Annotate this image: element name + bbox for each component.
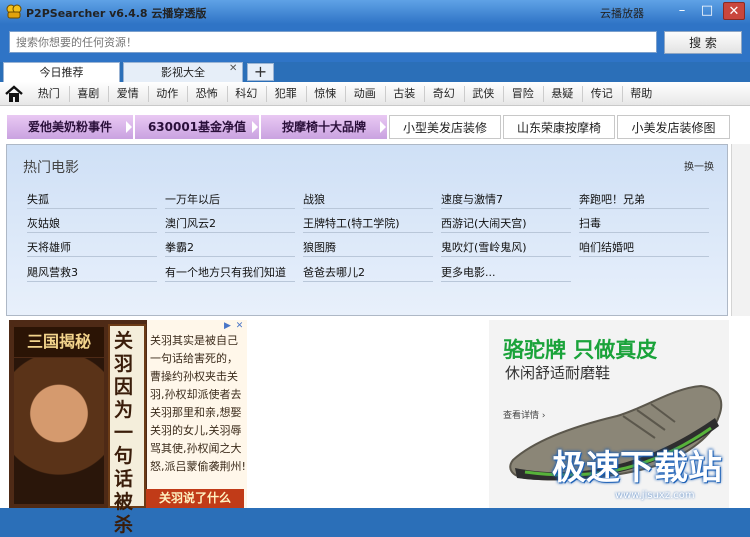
movie-link[interactable]: 爸爸去哪儿2	[303, 264, 433, 282]
close-button[interactable]: ✕	[723, 2, 745, 20]
nav-separator	[345, 86, 346, 102]
ad-sanguo-title: 三国揭秘	[14, 327, 104, 357]
nav-item[interactable]: 武侠	[464, 82, 504, 106]
movie-link[interactable]: 拳霸2	[165, 239, 295, 257]
home-icon[interactable]	[4, 85, 24, 103]
ad-keyword-button[interactable]: 小美发店装修图	[617, 115, 730, 139]
movie-link[interactable]: 扫毒	[579, 215, 709, 233]
arrow-right-icon	[126, 121, 132, 133]
restore-button[interactable]: □	[696, 2, 718, 20]
nav-separator	[226, 86, 228, 102]
nav-item[interactable]: 帮助	[622, 82, 662, 106]
movie-link[interactable]: 狼图腾	[303, 239, 433, 257]
nav-item[interactable]: 动作	[148, 82, 188, 106]
ad-shoes-title: 骆驼牌 只做真皮	[503, 338, 658, 362]
nav-separator	[147, 86, 149, 102]
nav-item[interactable]: 动画	[345, 82, 385, 106]
nav-separator	[424, 86, 425, 102]
movie-link[interactable]: 奔跑吧！兄弟	[579, 191, 709, 209]
ad-keyword-button[interactable]: 按摩椅十大品牌	[261, 115, 387, 139]
movie-link[interactable]: 更多电影...	[441, 264, 571, 282]
add-tab-button[interactable]: +	[247, 63, 274, 81]
movie-link[interactable]: 西游记(大闹天宫)	[441, 215, 571, 233]
movie-link[interactable]: 澳门风云2	[165, 215, 295, 233]
nav-item[interactable]: 传记	[582, 82, 622, 106]
arrow-right-icon	[252, 121, 258, 133]
movie-link[interactable]: 失孤	[27, 191, 157, 209]
tab-movie-library[interactable]: 影视大全	[123, 62, 243, 82]
movie-link[interactable]: 灰姑娘	[27, 215, 157, 233]
nav-separator	[266, 86, 267, 102]
ad-keyword-button[interactable]: 630001基金净值	[135, 115, 259, 139]
tab-close-icon[interactable]: ✕	[229, 63, 237, 74]
search-button[interactable]: 搜 索	[664, 31, 742, 54]
movie-link[interactable]: 王牌特工(特工学院)	[303, 215, 433, 233]
nav-separator	[463, 86, 465, 102]
nav-item[interactable]: 悬疑	[543, 82, 583, 106]
nav-separator	[305, 86, 307, 102]
ad-keyword-button[interactable]: 爱他美奶粉事件	[7, 115, 133, 139]
ad-story-text: 关羽其实是被自己一句话给害死的，曹操约孙权夹击关羽,孙权却派使者去关羽那里和亲,…	[150, 334, 246, 473]
nav-separator	[503, 86, 504, 102]
nav-separator	[542, 86, 544, 102]
ad-cta-banner[interactable]: 关羽说了什么	[146, 489, 244, 508]
nav-item[interactable]: 喜剧	[69, 82, 109, 106]
nav-separator	[621, 86, 623, 102]
movie-link[interactable]: 战狼	[303, 191, 433, 209]
tab-today-recommend[interactable]: 今日推荐	[3, 62, 120, 82]
app-icon	[6, 4, 22, 19]
movie-link[interactable]: 飓风营救3	[27, 264, 157, 282]
ad-vertical-text: 关羽因为一句话被杀	[114, 330, 134, 536]
nav-separator	[187, 86, 188, 102]
nav-item[interactable]: 恐怖	[187, 82, 227, 106]
nav-item[interactable]: 冒险	[503, 82, 543, 106]
nav-item[interactable]: 爱情	[108, 82, 148, 106]
panel-title: 热门电影	[23, 160, 79, 176]
arrow-right-icon	[380, 121, 386, 133]
nav-item[interactable]: 奇幻	[424, 82, 464, 106]
cloud-player-link[interactable]: 云播放器	[600, 5, 644, 21]
movie-link[interactable]: 有一个地方只有我们知道	[165, 264, 295, 282]
window-title: P2PSearcher v6.4.8 云播穿透版	[26, 7, 207, 20]
nav-item[interactable]: 惊悚	[306, 82, 346, 106]
movie-link[interactable]: 天将雄师	[27, 239, 157, 257]
nav-item[interactable]: 古装	[385, 82, 425, 106]
ad-portrait-image	[14, 358, 104, 504]
movie-link[interactable]: 一万年以后	[165, 191, 295, 209]
nav-separator	[68, 86, 70, 102]
ad-info-icon[interactable]: ▶	[222, 321, 233, 332]
ad-keyword-button[interactable]: 小型美发店装修	[389, 115, 501, 139]
ad-shoes-subtitle: 休闲舒适耐磨鞋	[505, 364, 611, 382]
movie-link[interactable]: 速度与激情7	[441, 191, 571, 209]
ad-close-icon[interactable]: ✕	[234, 321, 245, 332]
nav-item[interactable]: 科幻	[227, 82, 267, 106]
nav-item[interactable]: 热门	[29, 82, 69, 106]
nav-separator	[108, 86, 109, 102]
nav-separator	[582, 86, 583, 102]
watermark: 极速下载站	[552, 448, 722, 488]
ad-keyword-button[interactable]: 山东荣康按摩椅	[503, 115, 615, 139]
refresh-link[interactable]: 换一换	[684, 158, 714, 173]
search-input[interactable]	[9, 31, 657, 53]
watermark-url: www.jisuxz.com	[615, 490, 695, 501]
minimize-button[interactable]: –	[671, 2, 693, 20]
movie-link[interactable]: 咱们结婚吧	[579, 239, 709, 257]
scrollbar[interactable]	[731, 144, 750, 316]
nav-separator	[384, 86, 386, 102]
movie-link[interactable]: 鬼吹灯(雪岭鬼风)	[441, 239, 571, 257]
nav-item[interactable]: 犯罪	[266, 82, 306, 106]
